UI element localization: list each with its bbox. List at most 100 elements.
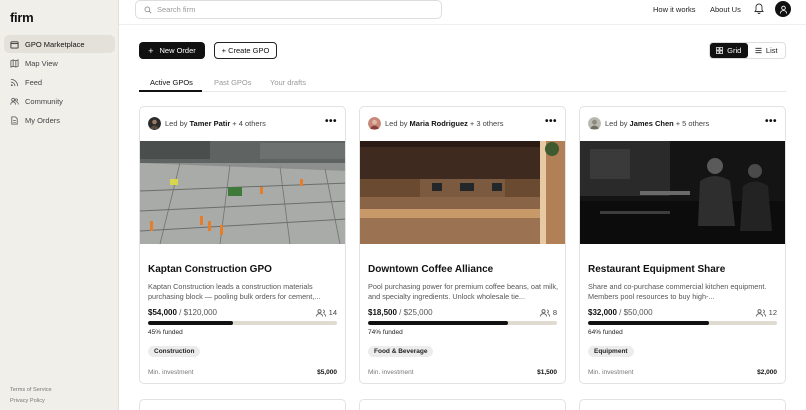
category-tag[interactable]: Food & Beverage — [368, 346, 434, 357]
gpo-card[interactable]: Led by Tamer Patir + 4 others ••• Kaptan… — [139, 106, 346, 384]
funding-amount: $18,500 / $25,000 — [368, 308, 433, 317]
raised-amount: $32,000 — [588, 308, 617, 317]
min-investment-label: Min. investment — [588, 369, 634, 376]
new-order-button[interactable]: + New Order — [139, 42, 205, 59]
tab-your-drafts[interactable]: Your drafts — [270, 78, 306, 87]
funding-progress-fill — [588, 321, 709, 325]
plus-icon: + — [148, 45, 154, 56]
more-options-icon[interactable]: ••• — [545, 116, 557, 127]
bell-icon[interactable] — [754, 3, 764, 14]
card-description: Kaptan Construction leads a construction… — [148, 282, 321, 301]
terms-link[interactable]: Terms of Service — [10, 385, 52, 396]
users-icon — [539, 308, 550, 317]
funded-label: 64% funded — [588, 329, 623, 336]
new-order-label: New Order — [159, 46, 196, 55]
funding-progress-bar — [148, 321, 337, 325]
privacy-link[interactable]: Privacy Policy — [10, 396, 52, 407]
sidebar-item-label: My Orders — [25, 115, 61, 125]
min-investment-value: $1,500 — [537, 369, 557, 376]
others-count: + 5 others — [675, 119, 710, 128]
card-description: Pool purchasing power for premium coffee… — [368, 282, 559, 301]
category-tag[interactable]: Construction — [148, 346, 201, 357]
card-description: Share and co-purchase commercial kitchen… — [588, 282, 767, 301]
card-leader-row: Led by James Chen + 5 others — [588, 117, 709, 130]
goal-amount: / $25,000 — [399, 308, 433, 317]
top-bar: How it works About Us — [119, 0, 806, 25]
sidebar: firm GPO Marketplace Map View Feed Commu… — [0, 0, 119, 410]
gpo-card[interactable]: Led by James Chen + 5 others ••• Restaur… — [579, 106, 786, 384]
member-count: 14 — [315, 308, 337, 317]
min-investment-value: $5,000 — [317, 369, 337, 376]
sidebar-item-my-orders[interactable]: My Orders — [4, 111, 115, 129]
grid-view-button[interactable]: Grid — [710, 43, 748, 58]
tab-active-gpos[interactable]: Active GPOs — [150, 78, 193, 87]
sidebar-footer: Terms of Service Privacy Policy — [10, 385, 52, 406]
min-investment-label: Min. investment — [368, 369, 414, 376]
more-options-icon[interactable]: ••• — [325, 116, 337, 127]
search-input[interactable] — [157, 5, 427, 14]
list-label: List — [765, 46, 778, 55]
min-investment-row: Min. investment $2,000 — [588, 369, 777, 376]
funding-amount: $32,000 / $50,000 — [588, 308, 653, 317]
card-title[interactable]: Downtown Coffee Alliance — [368, 264, 493, 275]
category-tag[interactable]: Equipment — [588, 346, 634, 357]
how-it-works-link[interactable]: How it works — [653, 5, 696, 14]
sidebar-item-label: Feed — [25, 77, 43, 87]
sidebar-item-label: Map View — [25, 58, 58, 68]
active-tab-indicator — [139, 90, 202, 92]
leader-name[interactable]: Maria Rodriguez — [410, 119, 468, 128]
sidebar-item-feed[interactable]: Feed — [4, 73, 115, 91]
app-logo[interactable]: firm — [10, 10, 34, 25]
gpo-card[interactable]: Led by Maria Rodriguez + 3 others ••• Do… — [359, 106, 566, 384]
funded-label: 74% funded — [368, 329, 403, 336]
leader-name[interactable]: Tamer Patir — [190, 119, 231, 128]
card-image — [140, 141, 345, 244]
funding-progress-bar — [588, 321, 777, 325]
list-view-button[interactable]: List — [748, 43, 786, 58]
sidebar-item-map-view[interactable]: Map View — [4, 54, 115, 72]
funded-label: 45% funded — [148, 329, 183, 336]
about-us-link[interactable]: About Us — [710, 5, 741, 14]
goal-amount: / $50,000 — [619, 308, 653, 317]
card-title[interactable]: Kaptan Construction GPO — [148, 264, 272, 275]
member-count: 12 — [755, 308, 777, 317]
grid-label: Grid — [727, 46, 742, 55]
led-by-text: Led by — [165, 119, 188, 128]
search-box[interactable] — [135, 0, 442, 19]
sidebar-item-gpo-marketplace[interactable]: GPO Marketplace — [4, 35, 115, 53]
sidebar-item-community[interactable]: Community — [4, 92, 115, 110]
leader-name[interactable]: James Chen — [630, 119, 674, 128]
gpo-tabs: Active GPOs Past GPOs Your drafts — [139, 74, 786, 92]
leader-avatar — [368, 117, 381, 130]
funding-progress-fill — [368, 321, 508, 325]
card-title[interactable]: Restaurant Equipment Share — [588, 264, 725, 275]
led-by-text: Led by — [605, 119, 628, 128]
card-leader-row: Led by Maria Rodriguez + 3 others — [368, 117, 503, 130]
min-investment-value: $2,000 — [757, 369, 777, 376]
users-icon — [315, 308, 326, 317]
sidebar-item-label: Community — [25, 96, 63, 106]
member-count-value: 14 — [328, 308, 337, 317]
users-icon — [755, 308, 766, 317]
member-count-value: 8 — [552, 308, 557, 317]
rss-icon — [10, 78, 19, 86]
gpo-card-partial[interactable] — [139, 399, 346, 410]
goal-amount: / $120,000 — [179, 308, 217, 317]
funding-amount: $54,000 / $120,000 — [148, 308, 217, 317]
list-icon — [755, 47, 762, 54]
gpo-card-partial[interactable] — [359, 399, 566, 410]
gpo-card-partial[interactable] — [579, 399, 786, 410]
building-icon — [10, 40, 19, 49]
tab-past-gpos[interactable]: Past GPOs — [214, 78, 252, 87]
member-count: 8 — [539, 308, 557, 317]
others-count: + 3 others — [469, 119, 504, 128]
create-gpo-button[interactable]: + Create GPO — [214, 42, 277, 59]
more-options-icon[interactable]: ••• — [765, 116, 777, 127]
raised-amount: $18,500 — [368, 308, 397, 317]
users-icon — [10, 97, 19, 105]
leader-avatar — [148, 117, 161, 130]
leader-avatar — [588, 117, 601, 130]
card-image — [360, 141, 565, 244]
funding-progress-bar — [368, 321, 557, 325]
user-avatar-button[interactable] — [775, 1, 791, 17]
